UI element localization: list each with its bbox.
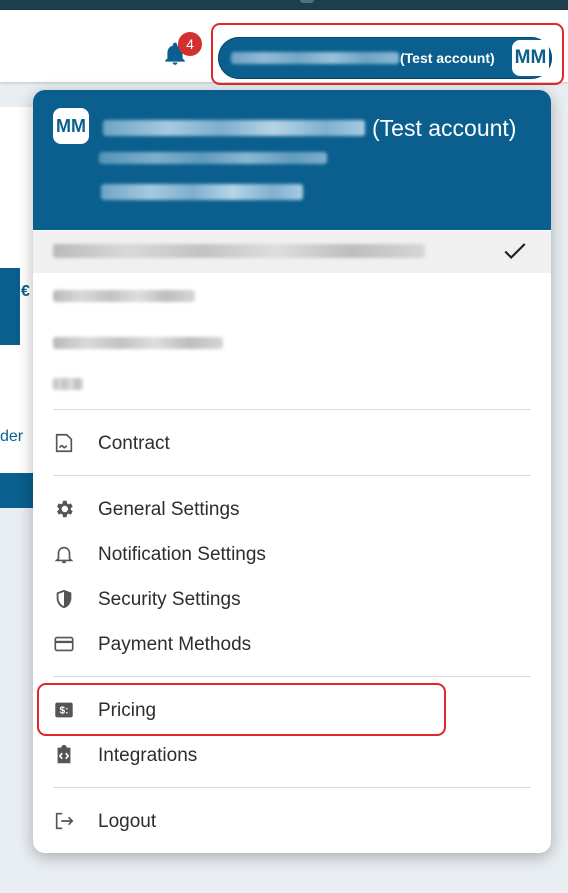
svg-text:$:: $:: [60, 706, 69, 717]
menu-divider: [53, 409, 531, 410]
account-dropdown-menu: MM (Test account) Contract General Setti…: [33, 90, 551, 853]
account-name-redacted: [103, 120, 365, 136]
notification-count-badge: 4: [178, 32, 202, 56]
account-option[interactable]: [33, 282, 551, 324]
account-email-redacted: [99, 152, 327, 164]
logout-menu-item[interactable]: Logout: [33, 800, 551, 842]
browser-top-strip: [0, 0, 568, 10]
account-test-tag: (Test account): [372, 115, 517, 141]
price-tag-icon: $:: [55, 702, 73, 718]
bell-icon: [54, 546, 74, 564]
integrations-menu-item[interactable]: Integrations: [33, 734, 551, 776]
account-option[interactable]: [33, 325, 551, 367]
background-link-fragment[interactable]: der: [0, 428, 23, 446]
account-test-tag: (Test account): [400, 50, 495, 66]
top-app-bar: 4 (Test account) MM: [0, 10, 568, 82]
notification-settings-label: Notification Settings: [98, 544, 266, 565]
account-option-name-redacted: [53, 337, 223, 349]
user-name-redacted: [101, 184, 303, 200]
notification-settings-menu-item[interactable]: Notification Settings: [33, 533, 551, 575]
shield-icon: [56, 589, 72, 609]
pricing-menu-item[interactable]: $: Pricing: [33, 689, 551, 731]
account-option[interactable]: [33, 370, 551, 412]
tab-indicator: [300, 0, 314, 3]
menu-divider: [53, 676, 531, 677]
logout-label: Logout: [98, 811, 157, 832]
integrations-icon: [57, 744, 71, 764]
account-option-name-redacted: [53, 290, 195, 302]
credit-card-icon: [54, 636, 74, 652]
account-name-redacted: [231, 52, 399, 64]
contract-label: Contract: [98, 433, 170, 454]
security-settings-menu-item[interactable]: Security Settings: [33, 578, 551, 620]
avatar: MM: [512, 40, 549, 76]
logout-icon: [55, 812, 74, 830]
account-option-selected[interactable]: [33, 231, 551, 273]
payment-methods-menu-item[interactable]: Payment Methods: [33, 623, 551, 665]
menu-avatar: MM: [53, 108, 89, 144]
menu-divider: [53, 787, 531, 788]
general-settings-menu-item[interactable]: General Settings: [33, 488, 551, 530]
contract-menu-item[interactable]: Contract: [33, 422, 551, 464]
background-currency-symbol: €: [21, 283, 30, 300]
account-option-name-redacted: [53, 378, 83, 390]
integrations-label: Integrations: [98, 745, 198, 766]
contract-icon: [55, 433, 73, 453]
account-menu-button[interactable]: (Test account) MM: [218, 37, 552, 79]
general-settings-label: General Settings: [98, 499, 240, 520]
pricing-label: Pricing: [98, 700, 157, 721]
gear-icon: [56, 500, 73, 518]
menu-header: MM (Test account): [33, 90, 551, 230]
menu-divider: [53, 475, 531, 476]
check-icon: [504, 243, 526, 260]
account-option-name-redacted: [53, 244, 425, 258]
payment-methods-label: Payment Methods: [98, 634, 252, 655]
background-panel: [0, 268, 20, 345]
security-settings-label: Security Settings: [98, 589, 241, 610]
